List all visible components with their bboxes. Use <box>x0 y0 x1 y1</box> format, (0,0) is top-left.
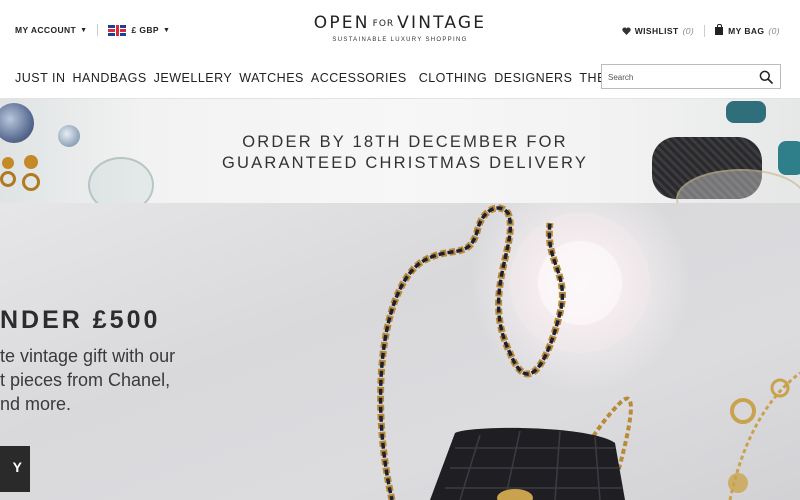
hero-cta-button[interactable]: Y <box>0 446 30 492</box>
nav-item-just-in[interactable]: JUST IN <box>15 70 66 86</box>
decorative-earring <box>24 155 38 169</box>
top-bar-right: WISHLIST (0) MY BAG (0) <box>622 24 780 37</box>
uk-flag-icon <box>108 24 127 36</box>
promo-line-2: GUARANTEED CHRISTMAS DELIVERY <box>221 154 589 172</box>
promo-line-1: ORDER BY 18TH DECEMBER FOR <box>242 133 568 151</box>
search-icon[interactable] <box>759 70 773 84</box>
decorative-glass <box>88 157 154 203</box>
hero-description: te vintage gift with our t pieces from C… <box>0 344 210 416</box>
logo-wordmark: OPEN FOR VINTAGE <box>300 12 500 35</box>
decorative-gem <box>58 125 80 147</box>
hero-title: NDER £500 <box>0 306 161 334</box>
decorative-gem <box>0 103 34 143</box>
site-logo[interactable]: OPEN FOR VINTAGE SUSTAINABLE LUXURY SHOPPI… <box>300 12 500 43</box>
search-box <box>601 64 781 89</box>
hero-banner: NDER £500 te vintage gift with our t pie… <box>0 203 800 500</box>
decorative-gem <box>778 141 800 175</box>
divider <box>97 24 99 36</box>
promo-message: ORDER BY 18TH DECEMBER FOR GUARANTEED CH… <box>160 132 650 174</box>
decorative-gem <box>726 101 766 123</box>
my-account-link[interactable]: MY ACCOUNT <box>15 25 76 35</box>
logo-word-for: FOR <box>372 19 395 29</box>
shopping-bag-icon <box>715 24 724 35</box>
currency-selector[interactable]: £ GBP <box>131 25 159 35</box>
decorative-earring <box>2 157 14 169</box>
hero-description-line: nd more. <box>0 394 72 414</box>
top-bar: MY ACCOUNT ▼ £ GBP ▼ OPEN FOR VINTAGE SUST… <box>0 0 800 60</box>
heart-icon <box>622 27 631 35</box>
nav-item-designers[interactable]: DESIGNERS <box>494 70 572 86</box>
decorative-earring <box>0 171 16 187</box>
hero-product-image <box>377 204 800 500</box>
nav-item-watches[interactable]: WATCHES <box>239 70 304 86</box>
wishlist-link[interactable]: WISHLIST <box>635 26 679 36</box>
logo-tagline: SUSTAINABLE LUXURY SHOPPING <box>332 37 468 43</box>
chevron-down-icon[interactable]: ▼ <box>80 27 87 34</box>
hero-description-line: t pieces from Chanel, <box>0 370 171 390</box>
top-bar-left: MY ACCOUNT ▼ £ GBP ▼ <box>15 24 170 36</box>
hero-description-line: te vintage gift with our <box>0 346 176 366</box>
nav-item-jewellery[interactable]: JEWELLERY <box>154 70 233 86</box>
chevron-down-icon[interactable]: ▼ <box>163 27 170 34</box>
search-input[interactable] <box>608 71 748 83</box>
nav-item-handbags[interactable]: HANDBAGS <box>73 70 147 86</box>
logo-word-open: OPEN <box>313 13 370 33</box>
wishlist-count: (0) <box>682 26 695 36</box>
bag-count: (0) <box>768 26 780 36</box>
promo-banner[interactable]: ORDER BY 18TH DECEMBER FOR GUARANTEED CH… <box>0 99 800 203</box>
decorative-earring <box>22 173 40 191</box>
logo-word-vintage: VINTAGE <box>397 13 487 33</box>
main-nav: JUST IN HANDBAGS JEWELLERY WATCHES ACCES… <box>15 70 679 86</box>
divider <box>704 25 706 37</box>
nav-item-accessories[interactable]: ACCESSORIES <box>311 70 407 86</box>
nav-item-clothing[interactable]: CLOTHING <box>419 70 488 86</box>
my-bag-link[interactable]: MY BAG <box>728 26 764 36</box>
